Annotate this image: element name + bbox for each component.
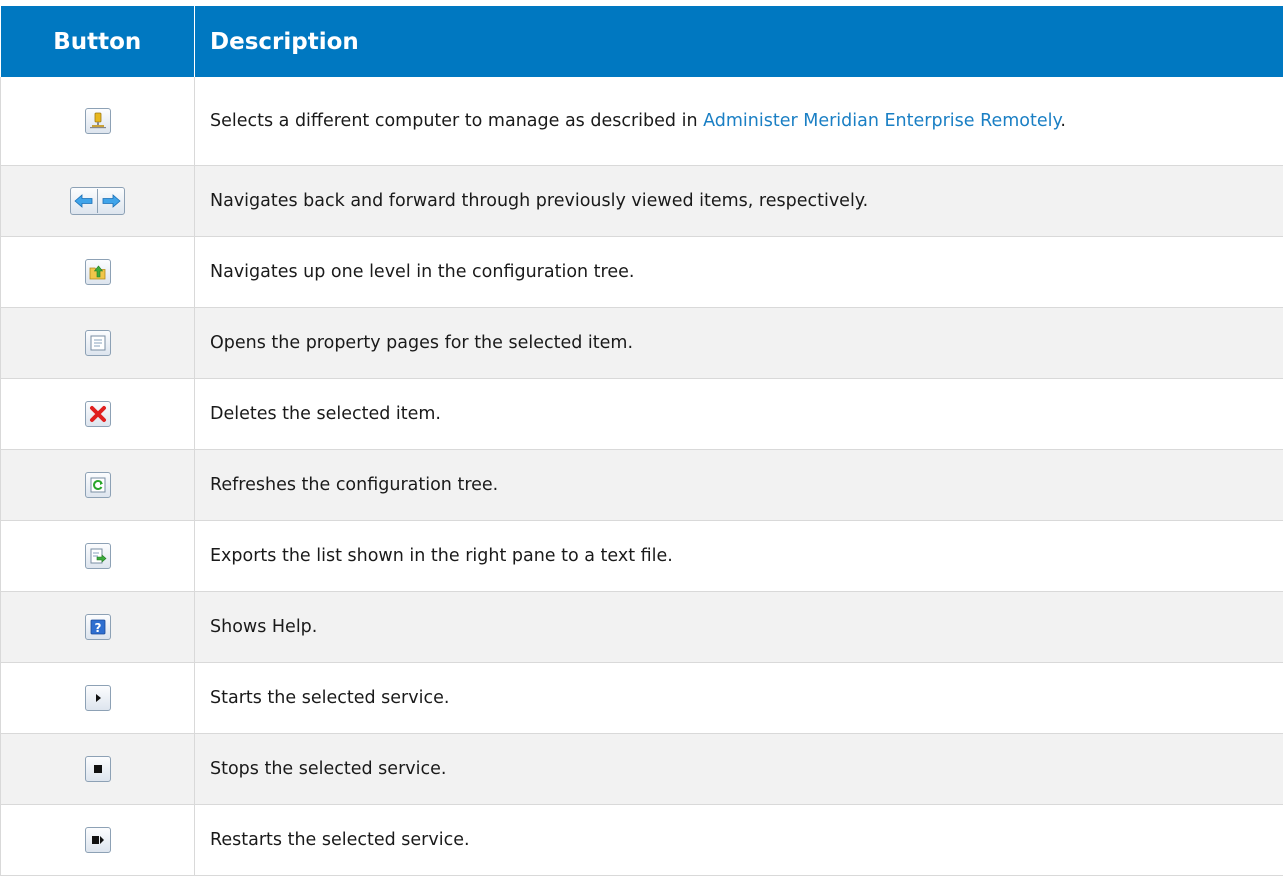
row-description: Restarts the selected service. xyxy=(194,804,1283,876)
table-row: Navigates up one level in the configurat… xyxy=(0,236,1283,308)
up-one-level-icon[interactable] xyxy=(84,259,111,285)
back-arrow-icon[interactable] xyxy=(71,189,97,213)
table-row: Selects a different computer to manage a… xyxy=(0,77,1283,166)
table-row: Restarts the selected service. xyxy=(0,804,1283,876)
table-row: ? Shows Help. xyxy=(0,591,1283,663)
row-description: Deletes the selected item. xyxy=(194,378,1283,450)
administer-remotely-link[interactable]: Administer Meridian Enterprise Remotely xyxy=(703,111,1060,131)
table-row: Navigates back and forward through previ… xyxy=(0,165,1283,237)
row-description: Exports the list shown in the right pane… xyxy=(194,520,1283,592)
select-computer-icon[interactable] xyxy=(84,108,111,134)
table-row: Exports the list shown in the right pane… xyxy=(0,520,1283,592)
table-row: Opens the property pages for the selecte… xyxy=(0,307,1283,379)
row-description: Stops the selected service. xyxy=(194,733,1283,805)
svg-text:?: ? xyxy=(94,621,101,635)
table-row: Starts the selected service. xyxy=(0,662,1283,734)
header-button: Button xyxy=(0,6,195,77)
table-header-row: Button Description xyxy=(0,6,1283,77)
properties-icon[interactable] xyxy=(84,330,111,356)
refresh-icon[interactable] xyxy=(84,472,111,498)
start-service-icon[interactable] xyxy=(84,685,111,711)
table-row: Deletes the selected item. xyxy=(0,378,1283,450)
row-description: Navigates up one level in the configurat… xyxy=(194,236,1283,308)
table-row: Stops the selected service. xyxy=(0,733,1283,805)
toolbar-buttons-table: Button Description Selects a different c… xyxy=(0,6,1283,876)
row-description: Starts the selected service. xyxy=(194,662,1283,734)
restart-service-icon[interactable] xyxy=(84,827,111,853)
back-forward-icon[interactable] xyxy=(70,187,125,215)
table-row: Refreshes the configuration tree. xyxy=(0,449,1283,521)
forward-arrow-icon[interactable] xyxy=(97,189,124,213)
row-description: Shows Help. xyxy=(194,591,1283,663)
header-description: Description xyxy=(194,6,1283,77)
stop-service-icon[interactable] xyxy=(84,756,111,782)
row-description: Refreshes the configuration tree. xyxy=(194,449,1283,521)
export-list-icon[interactable] xyxy=(84,543,111,569)
row-description: Selects a different computer to manage a… xyxy=(210,110,704,131)
delete-icon[interactable] xyxy=(84,401,111,427)
row-description: Navigates back and forward through previ… xyxy=(194,165,1283,237)
row-description-end: . xyxy=(1060,110,1066,131)
help-icon[interactable]: ? xyxy=(84,614,111,640)
row-description: Opens the property pages for the selecte… xyxy=(194,307,1283,379)
